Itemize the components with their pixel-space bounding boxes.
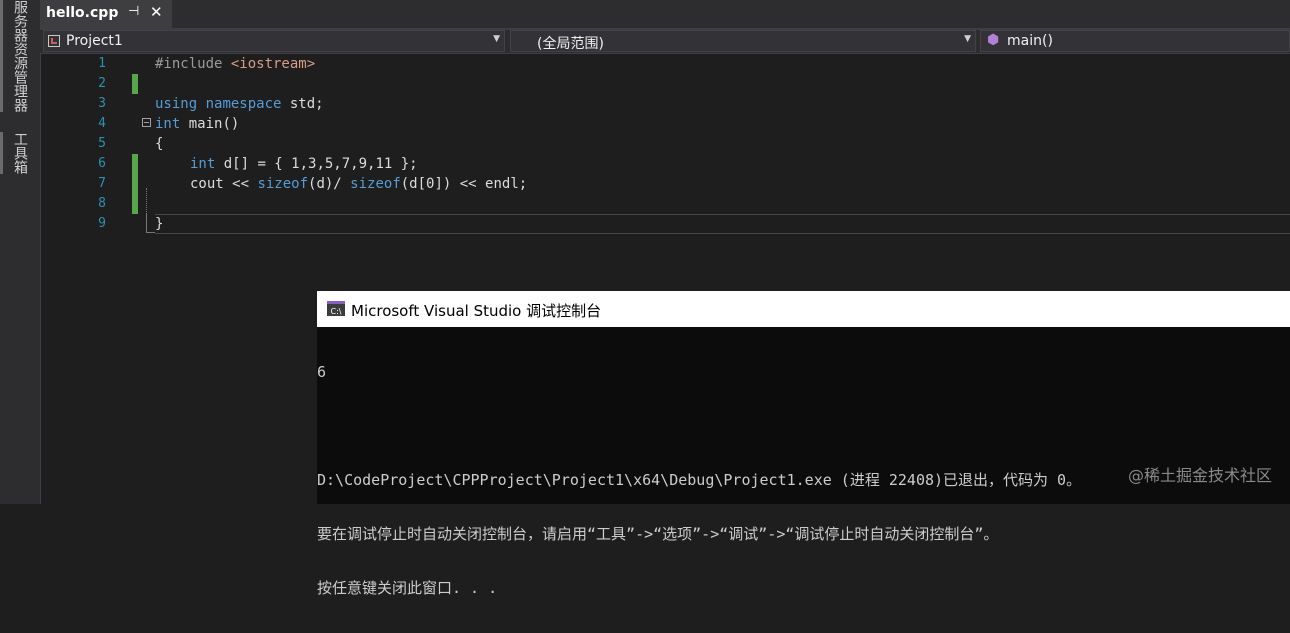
cube-icon: ⬢	[987, 32, 1000, 48]
line-number: 5	[98, 136, 106, 151]
server-explorer-tab[interactable]: 服务器资源管理器	[0, 0, 30, 112]
tab-hello-cpp[interactable]: hello.cpp ⊣ ✕	[40, 0, 172, 28]
code-text: int main()	[155, 116, 240, 132]
scope-label: (全局范围)	[537, 36, 604, 52]
project-dropdown[interactable]: Project1 ▼	[43, 30, 505, 52]
console-title-bar[interactable]: C:\ Microsoft Visual Studio 调试控制台	[317, 291, 1290, 327]
debug-console-window[interactable]: C:\ Microsoft Visual Studio 调试控制台 6 D:\C…	[317, 291, 1290, 597]
line-number: 2	[98, 76, 106, 91]
code-line: 9 }	[62, 214, 1290, 234]
code-line: 3 using namespace std;	[62, 94, 1290, 114]
code-line: 2	[62, 74, 1290, 94]
code-text: }	[155, 216, 164, 232]
line-number: 9	[98, 216, 106, 231]
code-line: 7 cout << sizeof(d)/ sizeof(d[0]) << end…	[62, 174, 1290, 194]
line-number: 8	[98, 196, 106, 211]
console-line: 按任意键关闭此窗口. . .	[317, 579, 498, 597]
line-number: 6	[98, 156, 106, 171]
tab-marker	[0, 132, 3, 174]
change-marker	[132, 194, 138, 214]
code-line: 1 #include <iostream>	[62, 54, 1290, 74]
line-number: 1	[98, 56, 106, 71]
line-number: 4	[98, 116, 106, 131]
chevron-down-icon: ▼	[493, 34, 500, 44]
code-line: 4 int main()	[62, 114, 1290, 134]
scope-dropdown[interactable]: (全局范围) ▼	[510, 30, 976, 52]
code-line: 5 {	[62, 134, 1290, 154]
code-text: using namespace std;	[155, 96, 324, 112]
chevron-down-icon: ▼	[964, 34, 971, 44]
code-text: cout << sizeof(d)/ sizeof(d[0]) << endl;	[190, 176, 528, 192]
collapse-icon[interactable]	[142, 118, 151, 127]
change-marker	[132, 74, 138, 94]
line-number: 3	[98, 96, 106, 111]
code-line: 8	[62, 194, 1290, 214]
side-tool-strip: 服务器资源管理器 工具箱	[0, 0, 41, 504]
line-number: 7	[98, 176, 106, 191]
close-icon[interactable]: ✕	[150, 3, 163, 21]
tab-title: hello.cpp	[46, 5, 119, 21]
console-title: Microsoft Visual Studio 调试控制台	[351, 302, 602, 320]
navigation-bar: Project1 ▼ (全局范围) ▼ ⬢ main()	[40, 30, 1290, 54]
project-icon	[48, 35, 60, 47]
code-text: int d[] = { 1,3,5,7,9,11 };	[190, 156, 418, 172]
code-text: #include <iostream>	[155, 56, 316, 72]
console-app-icon: C:\	[327, 301, 345, 316]
toolbox-label: 工具箱	[12, 132, 28, 174]
watermark: @稀土掘金技术社区	[1127, 466, 1272, 485]
member-dropdown[interactable]: ⬢ main()	[980, 30, 1290, 52]
member-label: main()	[1007, 33, 1053, 49]
toolbox-tab[interactable]: 工具箱	[0, 132, 30, 174]
document-tab-bar: hello.cpp ⊣ ✕	[40, 0, 1290, 30]
change-marker	[132, 154, 138, 174]
project-label: Project1	[66, 33, 123, 49]
pin-icon[interactable]: ⊣	[128, 4, 139, 19]
tab-marker	[0, 0, 3, 112]
change-marker	[132, 174, 138, 194]
server-explorer-label: 服务器资源管理器	[12, 0, 28, 112]
code-text: {	[155, 136, 164, 152]
code-line: 6 int d[] = { 1,3,5,7,9,11 };	[62, 154, 1290, 174]
console-line: 6	[317, 363, 327, 381]
console-line: 要在调试停止时自动关闭控制台，请启用“工具”->“选项”->“调试”->“调试停…	[317, 525, 999, 543]
